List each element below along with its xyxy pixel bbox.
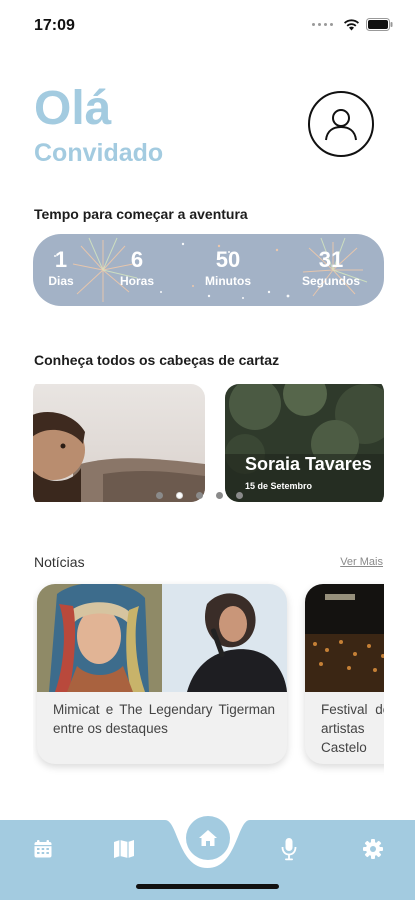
headliners-title: Conheça todos os cabeças de cartaz xyxy=(34,352,280,368)
status-time: 17:09 xyxy=(34,17,75,34)
cellular-dots-icon xyxy=(312,23,333,26)
settings-icon xyxy=(363,839,383,859)
user-icon xyxy=(325,109,357,141)
greeting: Olá Convidado xyxy=(34,82,163,168)
nav-map[interactable] xyxy=(111,836,137,862)
countdown-days: 1 Dias xyxy=(33,248,101,289)
news-headline: Festival de 16 artistas do Castelo xyxy=(321,702,384,755)
news-see-more-link[interactable]: Ver Mais xyxy=(340,556,383,568)
artist-date: 15 de Setembro xyxy=(245,481,313,491)
countdown-minutes: 50 Minutos xyxy=(188,248,268,289)
pager-dot[interactable] xyxy=(236,492,243,499)
home-icon xyxy=(199,830,217,846)
greeting-hello: Olá xyxy=(34,82,112,135)
countdown-minutes-label: Minutos xyxy=(205,274,251,288)
news-headline: Mimicat e The Legendary Tigerman entre o… xyxy=(53,702,275,736)
status-bar: 17:09 xyxy=(0,0,415,50)
pager-dot[interactable] xyxy=(196,492,203,499)
wifi-icon xyxy=(344,19,359,31)
map-icon xyxy=(114,840,134,858)
artist-photo xyxy=(33,384,205,502)
carousel-pager xyxy=(156,492,243,499)
pager-dot-active[interactable] xyxy=(176,492,183,499)
pager-dot[interactable] xyxy=(156,492,163,499)
news-card[interactable]: Festival de 16 artistas do Castelo xyxy=(305,584,384,764)
artist-card[interactable]: Soraia Tavares 15 de Setembro xyxy=(225,384,384,502)
profile-avatar-button[interactable] xyxy=(308,91,374,157)
nav-artists[interactable] xyxy=(276,836,302,862)
headliners-carousel[interactable]: Soraia Tavares 15 de Setembro xyxy=(33,378,384,508)
home-indicator xyxy=(136,884,279,889)
artist-name: Soraia Tavares xyxy=(245,454,372,474)
news-card[interactable]: Mimicat e The Legendary Tigerman entre o… xyxy=(37,584,287,764)
countdown-seconds: 31 Segundos xyxy=(291,248,371,289)
countdown-seconds-value: 31 xyxy=(318,247,344,272)
news-title: Notícias xyxy=(34,554,85,570)
microphone-icon xyxy=(281,838,297,861)
news-image xyxy=(37,584,287,692)
news-carousel[interactable]: Mimicat e The Legendary Tigerman entre o… xyxy=(33,580,384,775)
countdown-title: Tempo para começar a aventura xyxy=(34,206,248,222)
nav-settings[interactable] xyxy=(360,836,386,862)
countdown-seconds-label: Segundos xyxy=(301,274,360,288)
countdown-hours: 6 Horas xyxy=(97,248,177,289)
news-image xyxy=(305,584,384,692)
status-icons xyxy=(312,18,393,31)
nav-calendar[interactable] xyxy=(30,836,56,862)
countdown-banner: 1 Dias 6 Horas 50 Minutos 31 Segundos xyxy=(33,234,384,306)
countdown-hours-value: 6 xyxy=(130,247,144,272)
pager-dot[interactable] xyxy=(216,492,223,499)
battery-icon xyxy=(366,18,393,31)
calendar-icon xyxy=(34,840,52,858)
greeting-name: Convidado xyxy=(34,139,164,167)
news-header: Notícias Ver Mais xyxy=(34,554,383,572)
countdown-hours-label: Horas xyxy=(119,274,154,288)
artist-card[interactable] xyxy=(33,384,205,502)
countdown-minutes-value: 50 xyxy=(215,247,241,272)
countdown-days-value: 1 xyxy=(54,247,68,272)
nav-home[interactable] xyxy=(186,816,230,860)
countdown-days-label: Dias xyxy=(48,274,74,288)
